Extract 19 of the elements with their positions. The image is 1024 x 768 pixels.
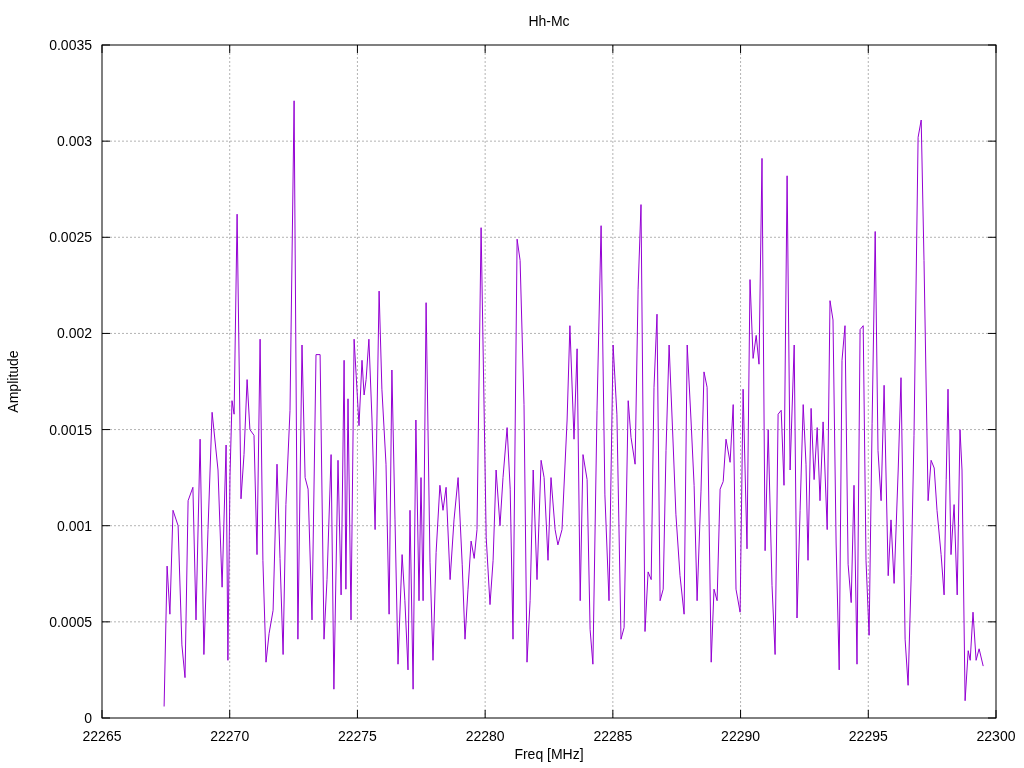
tick-label: 0.003 <box>56 133 92 150</box>
tick-label: 22300 <box>976 728 1016 744</box>
tick-label: 0.0015 <box>49 421 92 438</box>
tick-label: 0.0005 <box>49 613 92 630</box>
tick-label: 22275 <box>337 728 377 744</box>
tick-label: 22295 <box>848 728 888 744</box>
tick-label: 0.0035 <box>49 37 92 53</box>
axis-label: Amplitude <box>5 350 21 413</box>
tick-label: 0 <box>84 710 92 726</box>
tick-label: 22285 <box>593 728 633 744</box>
tick-label: 22290 <box>721 728 761 744</box>
tick-label: 22280 <box>465 728 505 744</box>
chart-title: Hh-Mc <box>528 13 570 29</box>
axis-label: Freq [MHz] <box>514 746 584 762</box>
tick-label: 0.002 <box>56 325 92 342</box>
tick-label: 22270 <box>210 728 250 744</box>
tick-label: 22265 <box>82 728 122 744</box>
tick-label: 0.001 <box>56 517 92 534</box>
tick-label: 0.0025 <box>49 229 92 246</box>
